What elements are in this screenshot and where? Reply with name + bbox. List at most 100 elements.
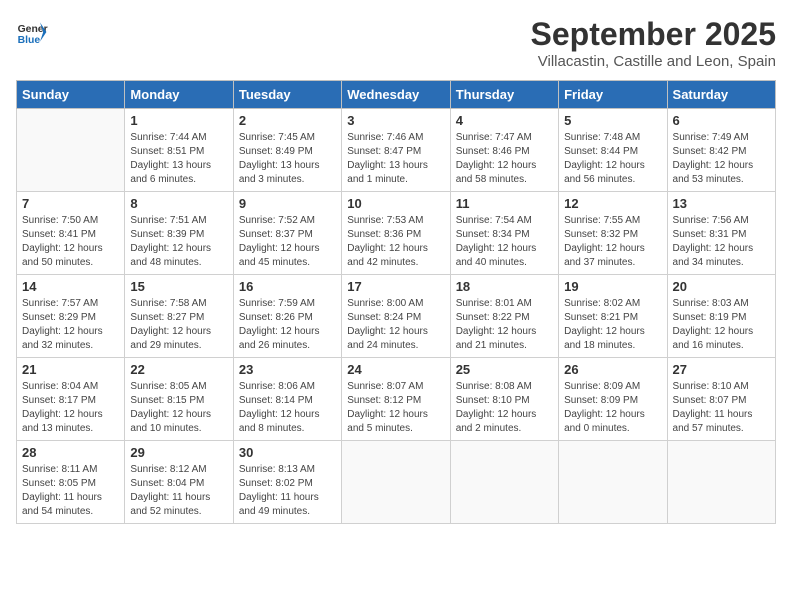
calendar-header-row: SundayMondayTuesdayWednesdayThursdayFrid… — [17, 81, 776, 109]
day-number: 29 — [130, 445, 227, 460]
day-info: Sunrise: 8:13 AM Sunset: 8:02 PM Dayligh… — [239, 463, 336, 519]
day-info: Sunrise: 7:58 AM Sunset: 8:27 PM Dayligh… — [130, 297, 227, 353]
logo-icon: General Blue — [16, 16, 48, 48]
day-info: Sunrise: 7:53 AM Sunset: 8:36 PM Dayligh… — [347, 214, 444, 270]
day-info: Sunrise: 7:56 AM Sunset: 8:31 PM Dayligh… — [673, 214, 770, 270]
day-info: Sunrise: 7:52 AM Sunset: 8:37 PM Dayligh… — [239, 214, 336, 270]
day-info: Sunrise: 8:05 AM Sunset: 8:15 PM Dayligh… — [130, 380, 227, 436]
day-info: Sunrise: 8:00 AM Sunset: 8:24 PM Dayligh… — [347, 297, 444, 353]
week-row-0: 1 Sunrise: 7:44 AM Sunset: 8:51 PM Daylig… — [17, 109, 776, 192]
day-info: Sunrise: 7:47 AM Sunset: 8:46 PM Dayligh… — [456, 131, 553, 187]
day-cell: 29Sunrise: 8:12 AM Sunset: 8:04 PM Dayli… — [125, 441, 233, 524]
day-number: 4 — [456, 113, 553, 128]
day-number: 22 — [130, 362, 227, 377]
day-cell — [559, 441, 667, 524]
day-cell: 20 Sunrise: 8:03 AM Sunset: 8:19 PM Dayli… — [667, 275, 775, 358]
day-cell — [667, 441, 775, 524]
svg-text:Blue: Blue — [18, 35, 41, 46]
location: Villacastin, Castille and Leon, Spain — [531, 53, 776, 70]
day-info: Sunrise: 7:48 AM Sunset: 8:44 PM Dayligh… — [564, 131, 661, 187]
day-cell: 11 Sunrise: 7:54 AM Sunset: 8:34 PM Dayli… — [450, 192, 558, 275]
day-info: Sunrise: 8:06 AM Sunset: 8:14 PM Dayligh… — [239, 380, 336, 436]
day-number: 25 — [456, 362, 553, 377]
day-cell: 27 Sunrise: 8:10 AM Sunset: 8:07 PM Dayli… — [667, 358, 775, 441]
calendar-table: SundayMondayTuesdayWednesdayThursdayFrid… — [16, 80, 776, 524]
month-title: September 2025 — [531, 16, 776, 53]
col-header-wednesday: Wednesday — [342, 81, 450, 109]
day-cell: 24 Sunrise: 8:07 AM Sunset: 8:12 PM Dayli… — [342, 358, 450, 441]
day-info: Sunrise: 8:01 AM Sunset: 8:22 PM Dayligh… — [456, 297, 553, 353]
day-number: 5 — [564, 113, 661, 128]
day-cell: 25Sunrise: 8:08 AM Sunset: 8:10 PM Dayli… — [450, 358, 558, 441]
day-cell: 5 Sunrise: 7:48 AM Sunset: 8:44 PM Daylig… — [559, 109, 667, 192]
day-cell: 7Sunrise: 7:50 AM Sunset: 8:41 PM Daylig… — [17, 192, 125, 275]
day-cell: 6 Sunrise: 7:49 AM Sunset: 8:42 PM Daylig… — [667, 109, 775, 192]
day-info: Sunrise: 8:10 AM Sunset: 8:07 PM Dayligh… — [673, 380, 770, 436]
day-cell: 19 Sunrise: 8:02 AM Sunset: 8:21 PM Dayli… — [559, 275, 667, 358]
day-info: Sunrise: 7:49 AM Sunset: 8:42 PM Dayligh… — [673, 131, 770, 187]
day-cell: 23Sunrise: 8:06 AM Sunset: 8:14 PM Dayli… — [233, 358, 341, 441]
day-cell — [17, 109, 125, 192]
day-number: 14 — [22, 279, 119, 294]
day-cell — [450, 441, 558, 524]
week-row-4: 28 Sunrise: 8:11 AM Sunset: 8:05 PM Dayli… — [17, 441, 776, 524]
day-info: Sunrise: 8:11 AM Sunset: 8:05 PM Dayligh… — [22, 463, 119, 519]
week-row-1: 7Sunrise: 7:50 AM Sunset: 8:41 PM Daylig… — [17, 192, 776, 275]
day-number: 28 — [22, 445, 119, 460]
week-row-3: 21 Sunrise: 8:04 AM Sunset: 8:17 PM Dayli… — [17, 358, 776, 441]
day-cell: 15Sunrise: 7:58 AM Sunset: 8:27 PM Dayli… — [125, 275, 233, 358]
day-number: 3 — [347, 113, 444, 128]
day-cell: 3 Sunrise: 7:46 AM Sunset: 8:47 PM Daylig… — [342, 109, 450, 192]
day-cell: 18 Sunrise: 8:01 AM Sunset: 8:22 PM Dayli… — [450, 275, 558, 358]
day-number: 17 — [347, 279, 444, 294]
day-number: 27 — [673, 362, 770, 377]
day-info: Sunrise: 7:46 AM Sunset: 8:47 PM Dayligh… — [347, 131, 444, 187]
day-info: Sunrise: 7:54 AM Sunset: 8:34 PM Dayligh… — [456, 214, 553, 270]
week-row-2: 14 Sunrise: 7:57 AM Sunset: 8:29 PM Dayli… — [17, 275, 776, 358]
day-info: Sunrise: 8:02 AM Sunset: 8:21 PM Dayligh… — [564, 297, 661, 353]
day-cell: 9 Sunrise: 7:52 AM Sunset: 8:37 PM Daylig… — [233, 192, 341, 275]
col-header-monday: Monday — [125, 81, 233, 109]
day-cell: 17 Sunrise: 8:00 AM Sunset: 8:24 PM Dayli… — [342, 275, 450, 358]
day-number: 19 — [564, 279, 661, 294]
day-cell: 12Sunrise: 7:55 AM Sunset: 8:32 PM Dayli… — [559, 192, 667, 275]
col-header-tuesday: Tuesday — [233, 81, 341, 109]
day-number: 9 — [239, 196, 336, 211]
day-number: 30 — [239, 445, 336, 460]
day-cell: 30 Sunrise: 8:13 AM Sunset: 8:02 PM Dayli… — [233, 441, 341, 524]
day-info: Sunrise: 8:04 AM Sunset: 8:17 PM Dayligh… — [22, 380, 119, 436]
day-number: 11 — [456, 196, 553, 211]
col-header-friday: Friday — [559, 81, 667, 109]
day-info: Sunrise: 7:55 AM Sunset: 8:32 PM Dayligh… — [564, 214, 661, 270]
title-block: September 2025 Villacastin, Castille and… — [531, 16, 776, 70]
day-cell: 10Sunrise: 7:53 AM Sunset: 8:36 PM Dayli… — [342, 192, 450, 275]
day-info: Sunrise: 8:09 AM Sunset: 8:09 PM Dayligh… — [564, 380, 661, 436]
col-header-saturday: Saturday — [667, 81, 775, 109]
day-number: 26 — [564, 362, 661, 377]
day-info: Sunrise: 7:59 AM Sunset: 8:26 PM Dayligh… — [239, 297, 336, 353]
day-number: 24 — [347, 362, 444, 377]
day-number: 13 — [673, 196, 770, 211]
day-cell: 4 Sunrise: 7:47 AM Sunset: 8:46 PM Daylig… — [450, 109, 558, 192]
day-info: Sunrise: 7:44 AM Sunset: 8:51 PM Dayligh… — [130, 131, 227, 187]
day-info: Sunrise: 7:57 AM Sunset: 8:29 PM Dayligh… — [22, 297, 119, 353]
day-cell: 14 Sunrise: 7:57 AM Sunset: 8:29 PM Dayli… — [17, 275, 125, 358]
day-number: 18 — [456, 279, 553, 294]
day-number: 6 — [673, 113, 770, 128]
col-header-thursday: Thursday — [450, 81, 558, 109]
day-number: 16 — [239, 279, 336, 294]
day-info: Sunrise: 7:51 AM Sunset: 8:39 PM Dayligh… — [130, 214, 227, 270]
day-cell: 1 Sunrise: 7:44 AM Sunset: 8:51 PM Daylig… — [125, 109, 233, 192]
day-number: 21 — [22, 362, 119, 377]
page-header: General Blue September 2025 Villacastin,… — [16, 16, 776, 70]
day-info: Sunrise: 7:45 AM Sunset: 8:49 PM Dayligh… — [239, 131, 336, 187]
day-info: Sunrise: 7:50 AM Sunset: 8:41 PM Dayligh… — [22, 214, 119, 270]
day-number: 1 — [130, 113, 227, 128]
day-info: Sunrise: 8:07 AM Sunset: 8:12 PM Dayligh… — [347, 380, 444, 436]
day-number: 20 — [673, 279, 770, 294]
day-cell: 21 Sunrise: 8:04 AM Sunset: 8:17 PM Dayli… — [17, 358, 125, 441]
day-info: Sunrise: 8:03 AM Sunset: 8:19 PM Dayligh… — [673, 297, 770, 353]
day-cell: 2Sunrise: 7:45 AM Sunset: 8:49 PM Daylig… — [233, 109, 341, 192]
logo: General Blue — [16, 16, 52, 48]
day-cell: 28 Sunrise: 8:11 AM Sunset: 8:05 PM Dayli… — [17, 441, 125, 524]
